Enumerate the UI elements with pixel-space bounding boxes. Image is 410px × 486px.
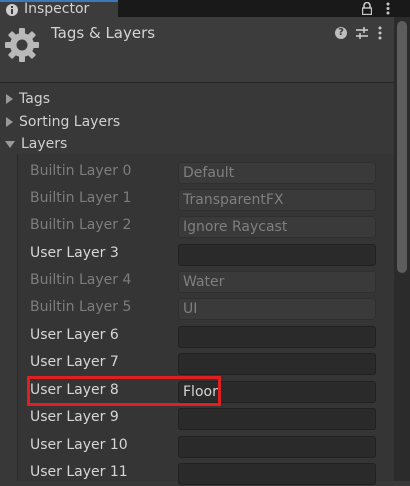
layer-row-user-6: User Layer 6 bbox=[18, 322, 394, 349]
layer-row-builtin-1: Builtin Layer 1 TransparentFX bbox=[18, 185, 394, 212]
layer-label: User Layer 7 bbox=[30, 354, 119, 370]
page-title: Tags & Layers bbox=[51, 24, 156, 42]
layer-name-field: Ignore Raycast bbox=[178, 216, 376, 238]
layer-label: User Layer 3 bbox=[30, 245, 119, 261]
layer-label: Builtin Layer 4 bbox=[30, 272, 132, 288]
chevron-right-icon bbox=[6, 94, 13, 104]
layer-label: Builtin Layer 2 bbox=[30, 217, 132, 233]
foldout-layers[interactable]: Layers bbox=[0, 133, 392, 155]
vertical-scrollbar[interactable] bbox=[394, 17, 410, 481]
foldout-sorting-layers-label: Sorting Layers bbox=[19, 114, 121, 130]
layer-row-builtin-2: Builtin Layer 2 Ignore Raycast bbox=[18, 212, 394, 239]
foldout-layers-label: Layers bbox=[21, 136, 68, 152]
layer-row-user-8: User Layer 8 Floor bbox=[18, 377, 394, 404]
layer-label: Builtin Layer 0 bbox=[30, 163, 132, 179]
layer-label: User Layer 8 bbox=[30, 382, 119, 398]
lock-icon[interactable] bbox=[362, 2, 372, 15]
layer-label: User Layer 10 bbox=[30, 437, 128, 453]
layer-row-user-3: User Layer 3 bbox=[18, 240, 394, 267]
layer-name-field[interactable] bbox=[178, 326, 376, 348]
layer-row-builtin-5: Builtin Layer 5 UI bbox=[18, 294, 394, 321]
layer-row-builtin-0: Builtin Layer 0 Default bbox=[18, 158, 394, 185]
layer-label: Builtin Layer 1 bbox=[30, 190, 132, 206]
layer-name-field[interactable] bbox=[178, 408, 376, 430]
layer-label: Builtin Layer 5 bbox=[30, 299, 132, 315]
preset-icon[interactable] bbox=[355, 26, 369, 40]
layer-label: User Layer 6 bbox=[30, 327, 119, 343]
tab-inspector[interactable]: Inspector bbox=[0, 0, 118, 17]
layer-row-user-10: User Layer 10 bbox=[18, 432, 394, 459]
layer-name-field[interactable] bbox=[178, 436, 376, 458]
layer-row-user-9: User Layer 9 bbox=[18, 404, 394, 431]
layer-name-field: Default bbox=[178, 162, 376, 184]
layer-label: User Layer 9 bbox=[30, 409, 119, 425]
layer-name-field: Water bbox=[178, 271, 376, 293]
kebab-menu-icon[interactable] bbox=[385, 2, 391, 15]
help-icon[interactable]: ? bbox=[335, 27, 347, 39]
chevron-down-icon bbox=[5, 140, 15, 148]
foldout-tags[interactable]: Tags bbox=[0, 88, 392, 110]
layer-name-field[interactable]: Floor bbox=[178, 381, 376, 403]
window-tab-bar: Inspector bbox=[0, 0, 410, 17]
inspector-header: Tags & Layers ? bbox=[0, 17, 394, 83]
layer-row-user-11: User Layer 11 bbox=[18, 459, 394, 486]
layer-label: User Layer 11 bbox=[30, 464, 128, 480]
foldout-sorting-layers[interactable]: Sorting Layers bbox=[0, 111, 392, 133]
chevron-right-icon bbox=[6, 117, 13, 127]
layers-list: Builtin Layer 0 Default Builtin Layer 1 … bbox=[17, 154, 394, 485]
scrollbar-thumb[interactable] bbox=[397, 21, 407, 273]
layer-row-user-7: User Layer 7 bbox=[18, 349, 394, 376]
layer-name-field: TransparentFX bbox=[178, 189, 376, 211]
foldout-tags-label: Tags bbox=[19, 91, 50, 107]
layer-name-field[interactable] bbox=[178, 353, 376, 375]
layer-row-builtin-4: Builtin Layer 4 Water bbox=[18, 267, 394, 294]
info-icon bbox=[6, 3, 18, 16]
gear-icon bbox=[5, 28, 39, 62]
kebab-menu-icon[interactable] bbox=[377, 26, 383, 40]
layer-name-field: UI bbox=[178, 298, 376, 320]
tab-inspector-label: Inspector bbox=[24, 1, 90, 17]
layer-name-field[interactable] bbox=[178, 463, 376, 485]
layer-name-field[interactable] bbox=[178, 244, 376, 266]
